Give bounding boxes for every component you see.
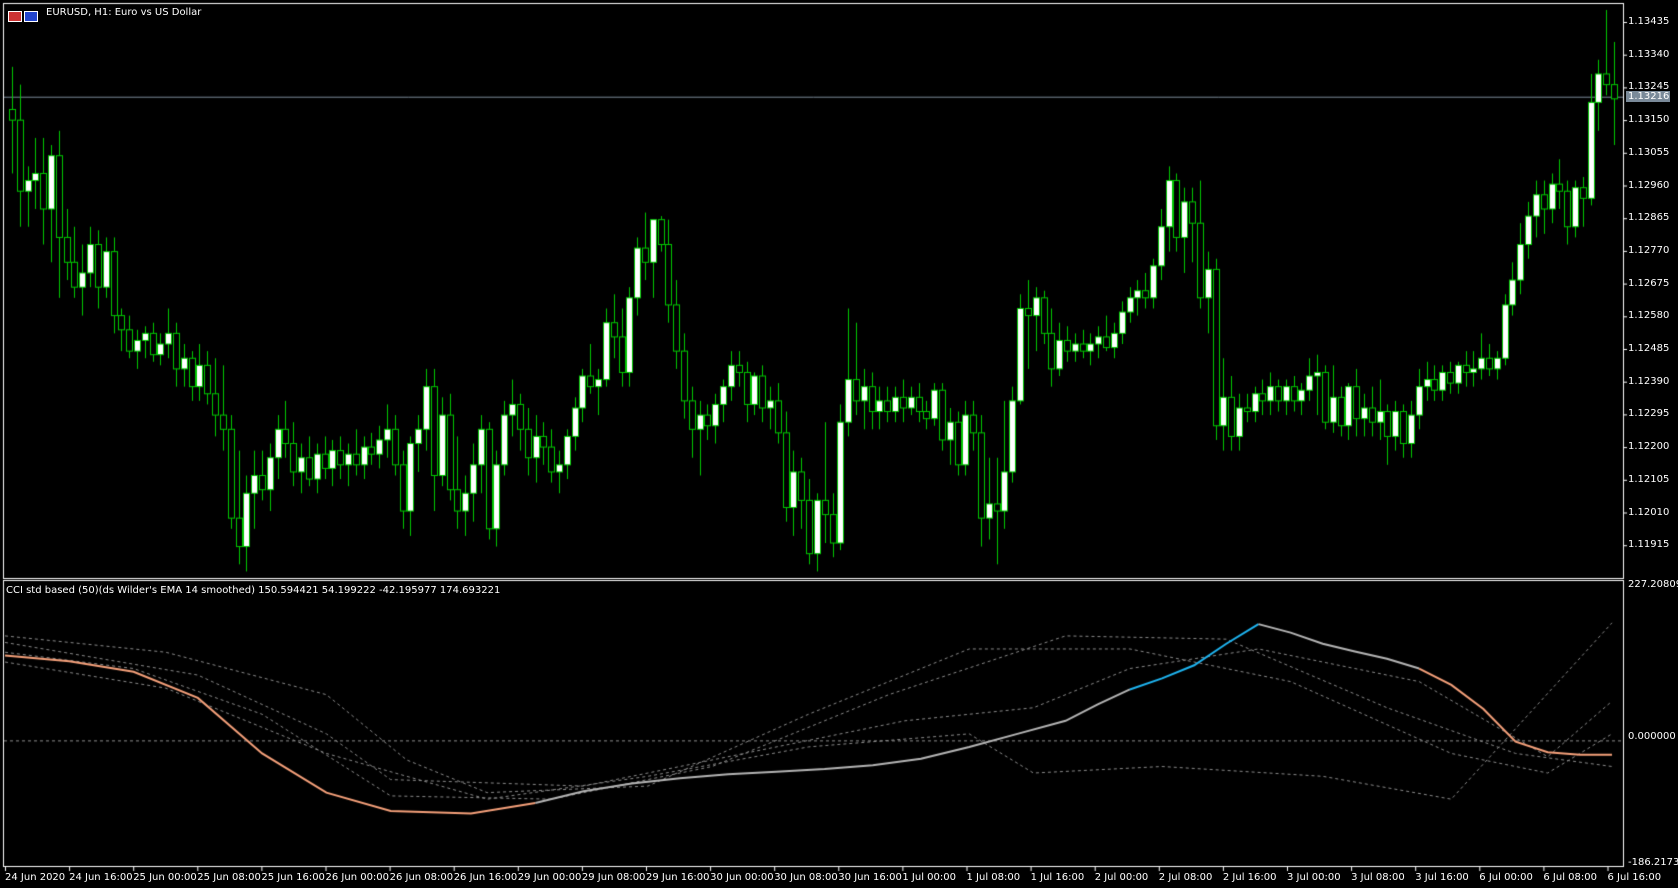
time-tick: 2 Jul 08:00 — [1158, 872, 1213, 883]
indicator-scale-min: -186.217367 — [1628, 857, 1678, 868]
time-tick: 29 Jun 16:00 — [646, 872, 710, 883]
price-tick: 1.12295 — [1628, 408, 1670, 420]
time-tick: 30 Jun 16:00 — [838, 872, 902, 883]
time-tick: 26 Jun 16:00 — [453, 872, 518, 883]
time-tick: 29 Jun 00:00 — [517, 872, 582, 883]
time-tick: 3 Jul 08:00 — [1351, 872, 1405, 883]
time-tick: 26 Jun 00:00 — [325, 872, 390, 883]
time-tick: 6 Jul 16:00 — [1607, 872, 1662, 883]
chart-canvas[interactable] — [0, 0, 1678, 888]
price-tick: 1.12865 — [1628, 212, 1670, 224]
price-tick: 1.12200 — [1628, 441, 1670, 453]
indicator-title: CCI std based (50)(ds Wilder's EMA 14 sm… — [6, 585, 501, 596]
time-tick: 29 Jun 08:00 — [581, 872, 646, 883]
price-tick: 1.12010 — [1628, 506, 1670, 518]
price-tick: 1.13055 — [1628, 146, 1670, 158]
time-tick: 3 Jul 16:00 — [1415, 872, 1469, 883]
time-tick: 1 Jul 08:00 — [966, 872, 1021, 883]
current-price-label: 1.13216 — [1626, 91, 1670, 102]
time-tick: 25 Jun 08:00 — [197, 872, 261, 883]
price-tick: 1.11915 — [1628, 539, 1670, 551]
time-tick: 2 Jul 00:00 — [1094, 872, 1149, 883]
time-tick: 26 Jun 08:00 — [389, 872, 454, 883]
time-tick: 2 Jul 16:00 — [1222, 872, 1277, 883]
time-tick: 1 Jul 00:00 — [902, 872, 956, 883]
symbol-flag-icon — [8, 7, 40, 22]
price-tick: 1.13340 — [1628, 48, 1670, 60]
price-tick: 1.12105 — [1628, 473, 1670, 485]
price-tick: 1.12770 — [1628, 244, 1670, 256]
price-tick: 1.12960 — [1628, 179, 1670, 191]
time-tick: 30 Jun 00:00 — [710, 872, 774, 883]
price-tick: 1.12675 — [1628, 277, 1670, 289]
chart-title: EURUSD, H1: Euro vs US Dollar — [46, 7, 202, 18]
time-tick: 24 Jun 16:00 — [69, 872, 133, 883]
time-tick: 24 Jun 2020 — [5, 872, 66, 883]
price-tick: 1.13150 — [1628, 114, 1670, 126]
time-tick: 6 Jul 00:00 — [1479, 872, 1533, 883]
indicator-scale-max: 227.208098 — [1628, 579, 1678, 590]
indicator-scale-zero: 0.000000 — [1628, 731, 1676, 742]
price-tick: 1.12390 — [1628, 375, 1670, 387]
time-tick: 25 Jun 16:00 — [261, 872, 325, 883]
price-tick: 1.13435 — [1628, 16, 1670, 27]
time-tick: 30 Jun 08:00 — [774, 872, 838, 883]
time-tick: 3 Jul 00:00 — [1287, 872, 1341, 883]
price-tick: 1.12485 — [1628, 343, 1670, 354]
time-tick: 6 Jul 08:00 — [1543, 872, 1597, 883]
price-tick: 1.12580 — [1628, 310, 1670, 322]
time-tick: 1 Jul 16:00 — [1030, 872, 1085, 883]
time-tick: 25 Jun 00:00 — [133, 872, 197, 883]
